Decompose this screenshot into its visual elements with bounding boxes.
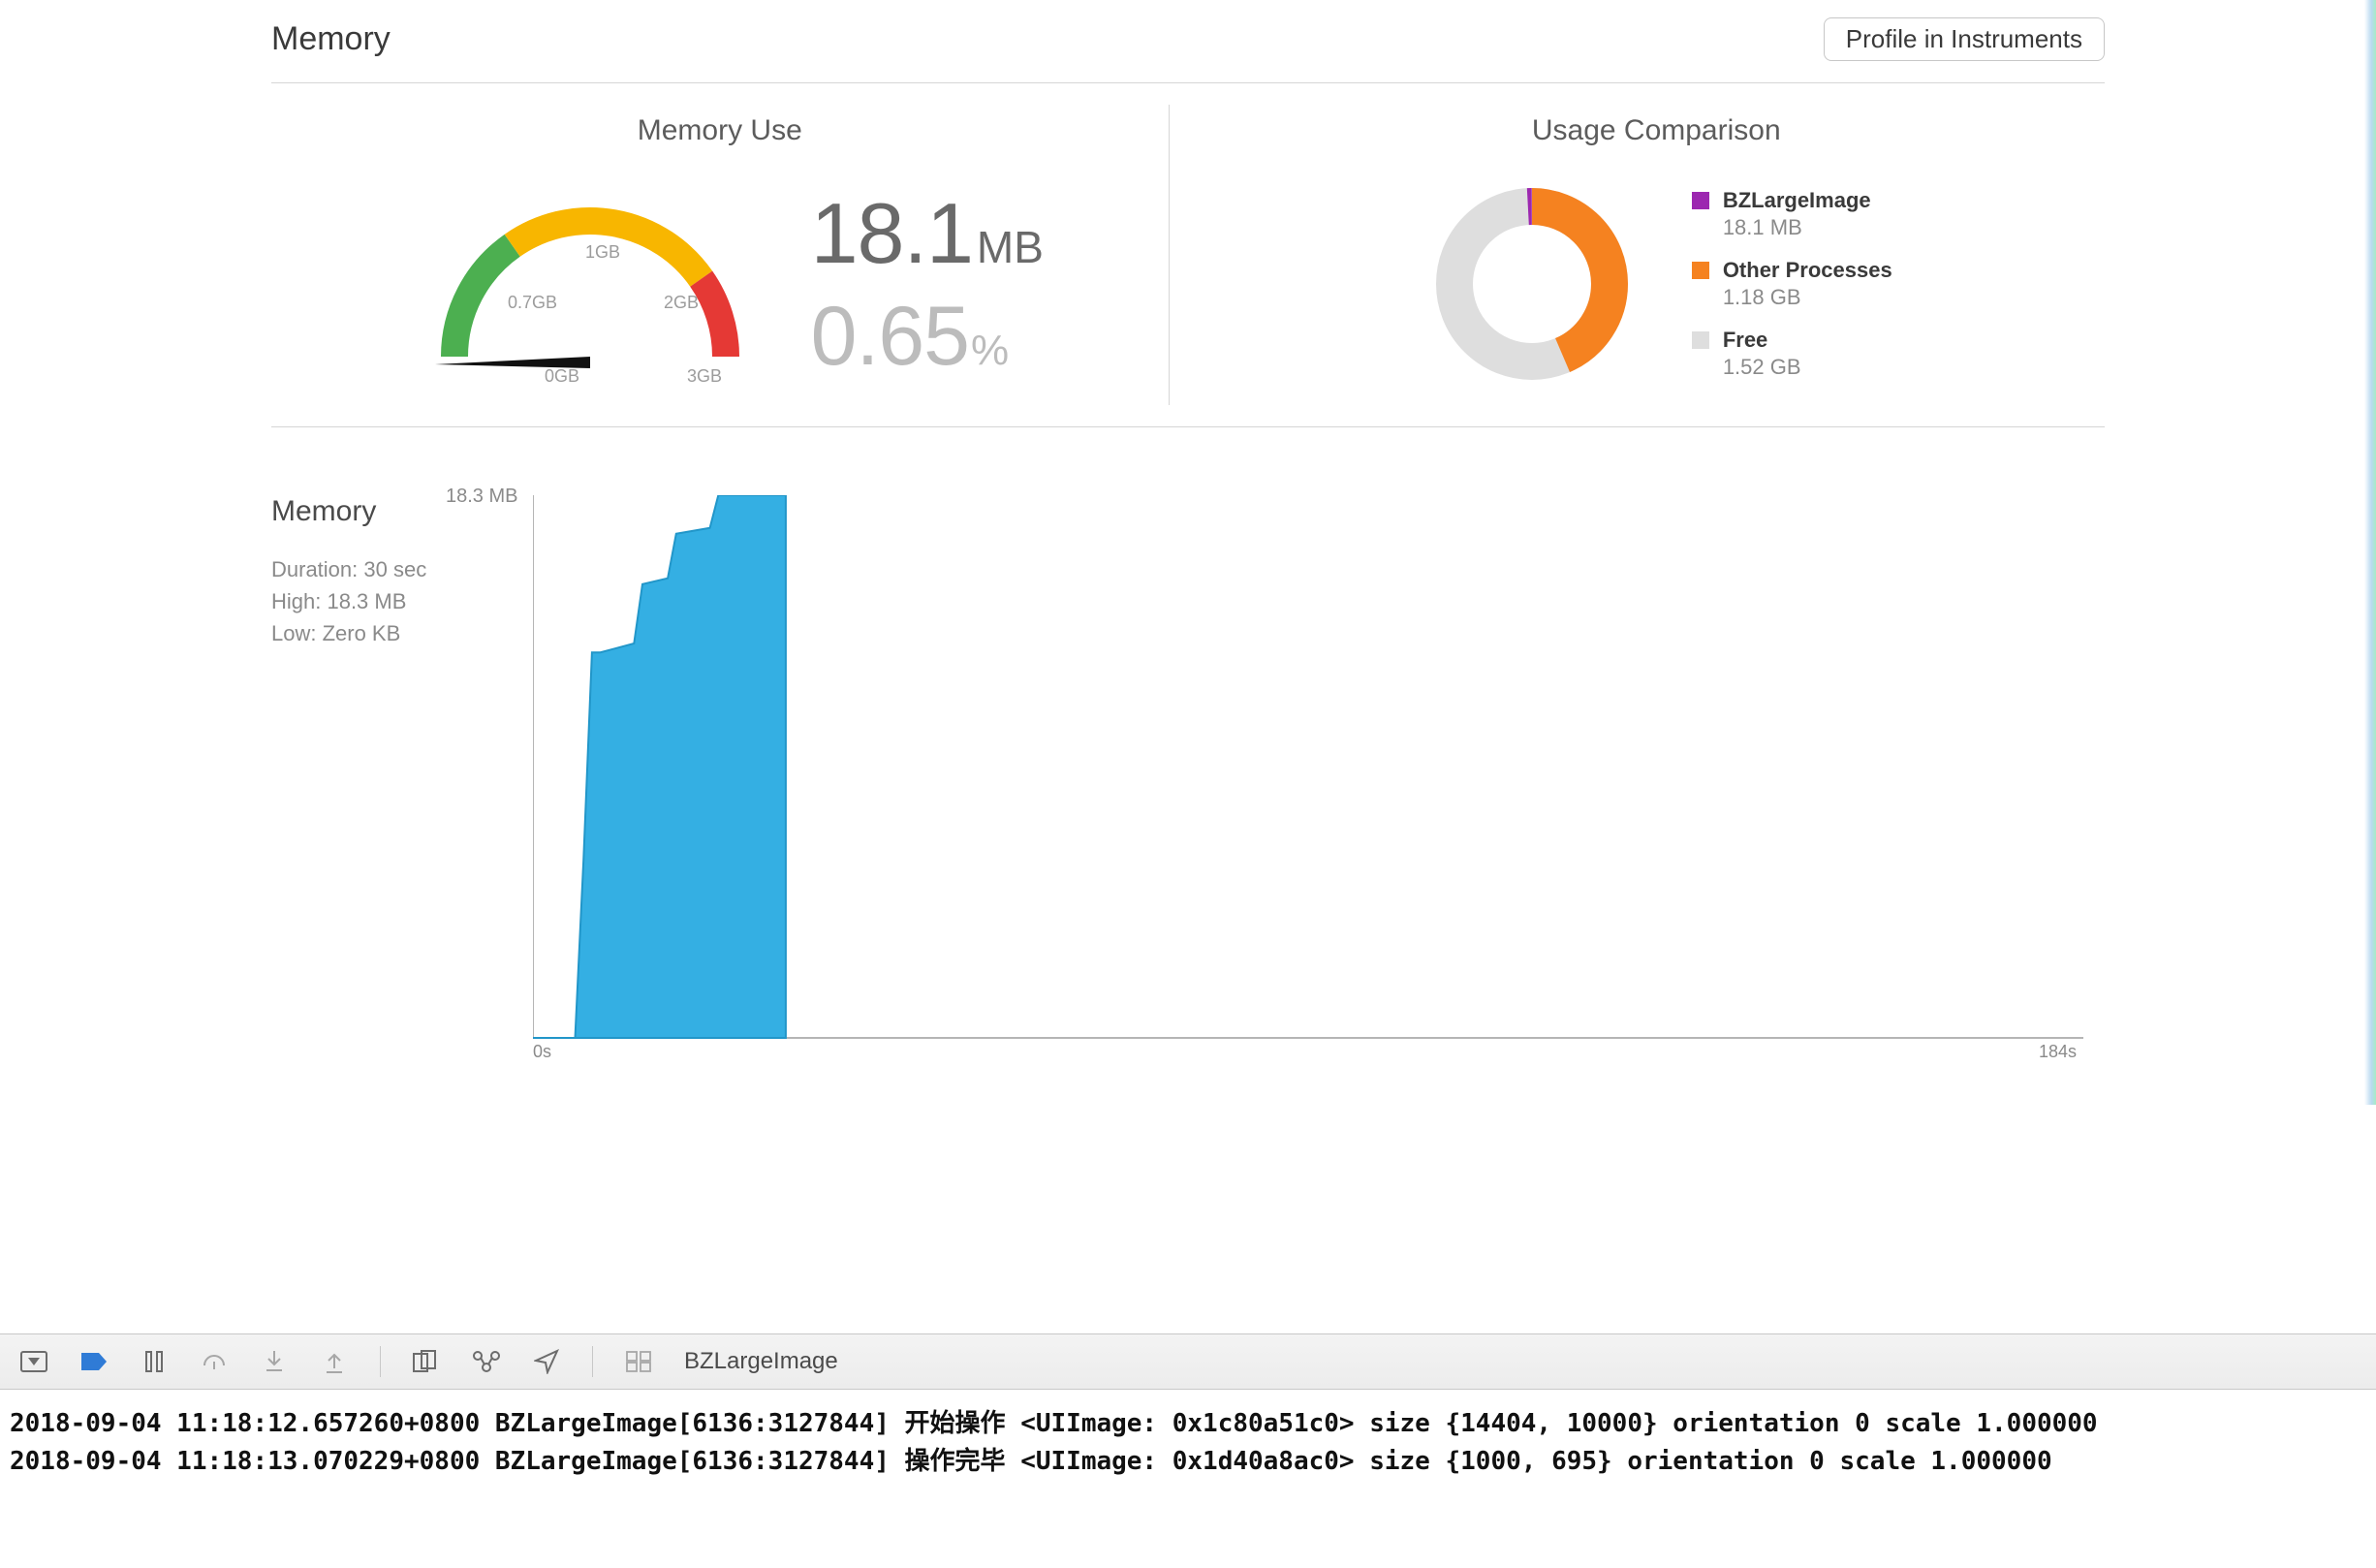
chart-low: Low: Zero KB [271, 617, 523, 649]
svg-text:0GB: 0GB [545, 366, 579, 386]
legend-item-app: BZLargeImage 18.1 MB [1692, 188, 1892, 240]
usage-donut [1421, 172, 1643, 395]
svg-text:184s: 184s [2039, 1042, 2077, 1061]
chart-ymax-label: 18.3 MB [446, 486, 517, 508]
memory-graph-icon[interactable] [472, 1347, 501, 1376]
debug-console: BZLargeImage 2018-09-04 11:18:12.657260+… [0, 1333, 2376, 1568]
legend-item-other: Other Processes 1.18 GB [1692, 258, 1892, 310]
activate-breakpoints-icon[interactable] [79, 1347, 109, 1376]
chart-duration: Duration: 30 sec [271, 553, 523, 585]
memory-gauge: 0GB 0.7GB 1GB 2GB 3GB [396, 172, 784, 395]
step-over-icon[interactable] [200, 1347, 229, 1376]
svg-text:0s: 0s [533, 1042, 551, 1061]
toolbar-separator [380, 1346, 381, 1377]
memory-area-chart: 0s 184s [533, 495, 2083, 1067]
step-out-icon[interactable] [320, 1347, 349, 1376]
location-icon[interactable] [532, 1347, 561, 1376]
scheme-name[interactable]: BZLargeImage [684, 1348, 838, 1375]
memory-percent: 0.65 [811, 289, 969, 385]
svg-text:2GB: 2GB [664, 293, 699, 312]
chart-high: High: 18.3 MB [271, 585, 523, 617]
swatch-free [1692, 331, 1709, 349]
profile-in-instruments-button[interactable]: Profile in Instruments [1824, 17, 2105, 61]
disclosure-icon[interactable] [19, 1347, 48, 1376]
legend-item-free: Free 1.52 GB [1692, 328, 1892, 380]
memory-use-title: Memory Use [271, 114, 1169, 147]
svg-text:0.7GB: 0.7GB [508, 293, 557, 312]
console-output[interactable]: 2018-09-04 11:18:12.657260+0800 BZLargeI… [0, 1390, 2376, 1568]
memory-value-unit: MB [977, 221, 1044, 273]
toolbar-separator [592, 1346, 593, 1377]
memory-percent-unit: % [971, 327, 1009, 375]
memory-value: 18.1 [811, 184, 973, 283]
swatch-other [1692, 262, 1709, 279]
swatch-app [1692, 192, 1709, 209]
svg-text:3GB: 3GB [687, 366, 722, 386]
view-debugger-icon[interactable] [412, 1347, 441, 1376]
usage-comparison-title: Usage Comparison [1208, 114, 2106, 147]
page-title: Memory [271, 20, 391, 58]
pause-icon[interactable] [140, 1347, 169, 1376]
scheme-icon[interactable] [624, 1347, 653, 1376]
step-into-icon[interactable] [260, 1347, 289, 1376]
svg-text:1GB: 1GB [585, 242, 620, 262]
